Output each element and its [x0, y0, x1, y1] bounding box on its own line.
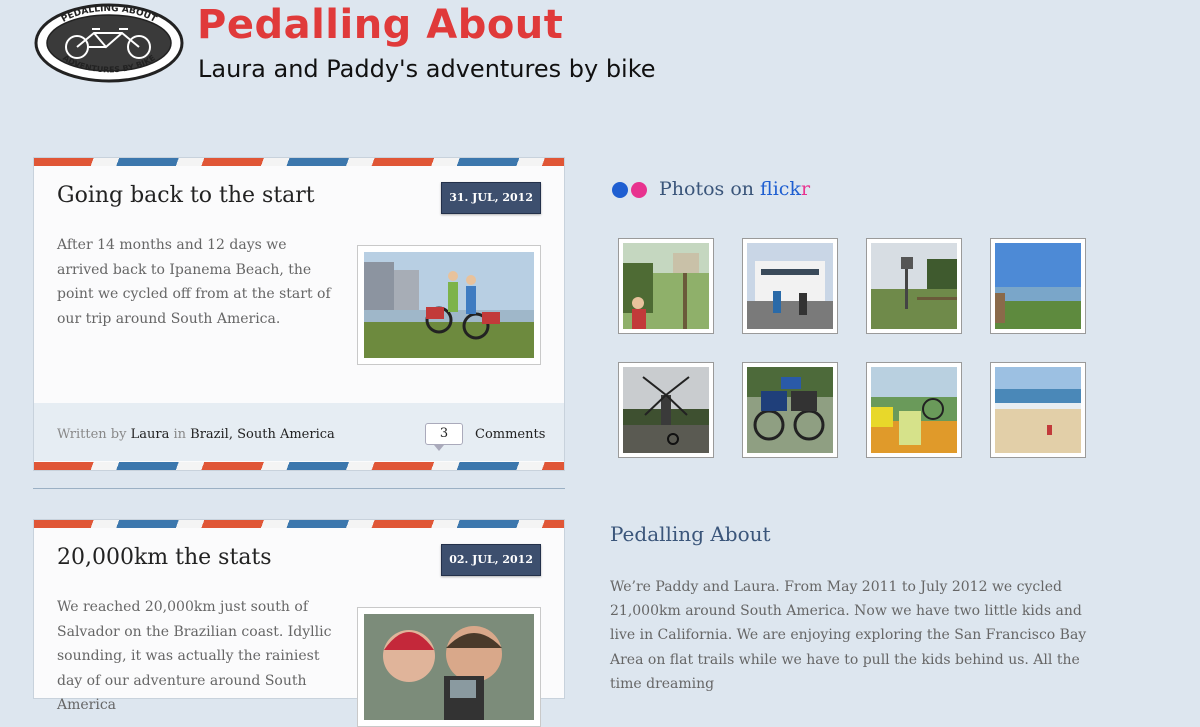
- flickr-photo-windmill[interactable]: [618, 362, 714, 458]
- site-tagline: Laura and Paddy's adventures by bike: [198, 55, 656, 83]
- site-title[interactable]: Pedalling About: [197, 2, 563, 48]
- flickr-heading-prefix: Photos on: [659, 178, 761, 200]
- flickr-photo-loaded-bike[interactable]: [742, 362, 838, 458]
- flickr-photo-cyclist-signpost[interactable]: [618, 238, 714, 334]
- author-link[interactable]: Laura: [131, 427, 170, 442]
- about-text: We’re Paddy and Laura. From May 2011 to …: [610, 579, 1087, 692]
- flickr-photo-ferry[interactable]: [742, 238, 838, 334]
- date-badge: 02. JUL, 2012: [441, 544, 541, 576]
- post-excerpt: We reached 20,000km just south of Salvad…: [57, 599, 332, 713]
- post-meta: Written by Laura in Brazil, South Americ…: [57, 427, 335, 442]
- flickr-photo-field-fence[interactable]: [866, 238, 962, 334]
- flickr-logo-icon: [612, 182, 647, 198]
- category-link-south-america[interactable]: South America: [237, 427, 335, 442]
- comment-count-bubble[interactable]: 3: [425, 423, 463, 451]
- post-separator: [33, 488, 565, 489]
- flickr-heading[interactable]: Photos on flickr: [659, 178, 810, 200]
- flickr-photo-drinks-bikes[interactable]: [866, 362, 962, 458]
- post-card: Going back to the start 31. JUL, 2012 Af…: [33, 157, 565, 471]
- comments-link[interactable]: Comments: [475, 427, 545, 442]
- flickr-photo-beach[interactable]: [990, 362, 1086, 458]
- airmail-border-top: [34, 520, 564, 528]
- in-label: in: [173, 427, 187, 442]
- post-title[interactable]: Going back to the start: [57, 183, 315, 208]
- selfie-photo: [364, 614, 534, 720]
- flickr-word-blue: flick: [760, 178, 801, 200]
- post-title[interactable]: 20,000km the stats: [57, 545, 272, 570]
- post-excerpt: After 14 months and 12 days we arrived b…: [57, 237, 331, 327]
- written-by-label: Written by: [57, 427, 127, 442]
- flickr-word-pink: r: [800, 178, 811, 200]
- pedalling-about-logo[interactable]: PEDALLING ABOUT ADVENTURES BY BIKE: [34, 3, 184, 83]
- beach-cyclists-photo: [364, 252, 534, 358]
- about-heading: Pedalling About: [610, 522, 771, 546]
- airmail-border-top: [34, 158, 564, 166]
- site-header: PEDALLING ABOUT ADVENTURES BY BIKE Pedal…: [0, 0, 1200, 100]
- category-link-brazil[interactable]: Brazil: [190, 427, 229, 442]
- post-thumbnail[interactable]: [357, 245, 541, 365]
- post-footer: Written by Laura in Brazil, South Americ…: [34, 403, 564, 461]
- airmail-border-bottom: [34, 462, 564, 470]
- post-thumbnail[interactable]: [357, 607, 541, 727]
- date-badge: 31. JUL, 2012: [441, 182, 541, 214]
- flickr-photo-coast-view[interactable]: [990, 238, 1086, 334]
- post-card: 20,000km the stats 02. JUL, 2012 We reac…: [33, 519, 565, 727]
